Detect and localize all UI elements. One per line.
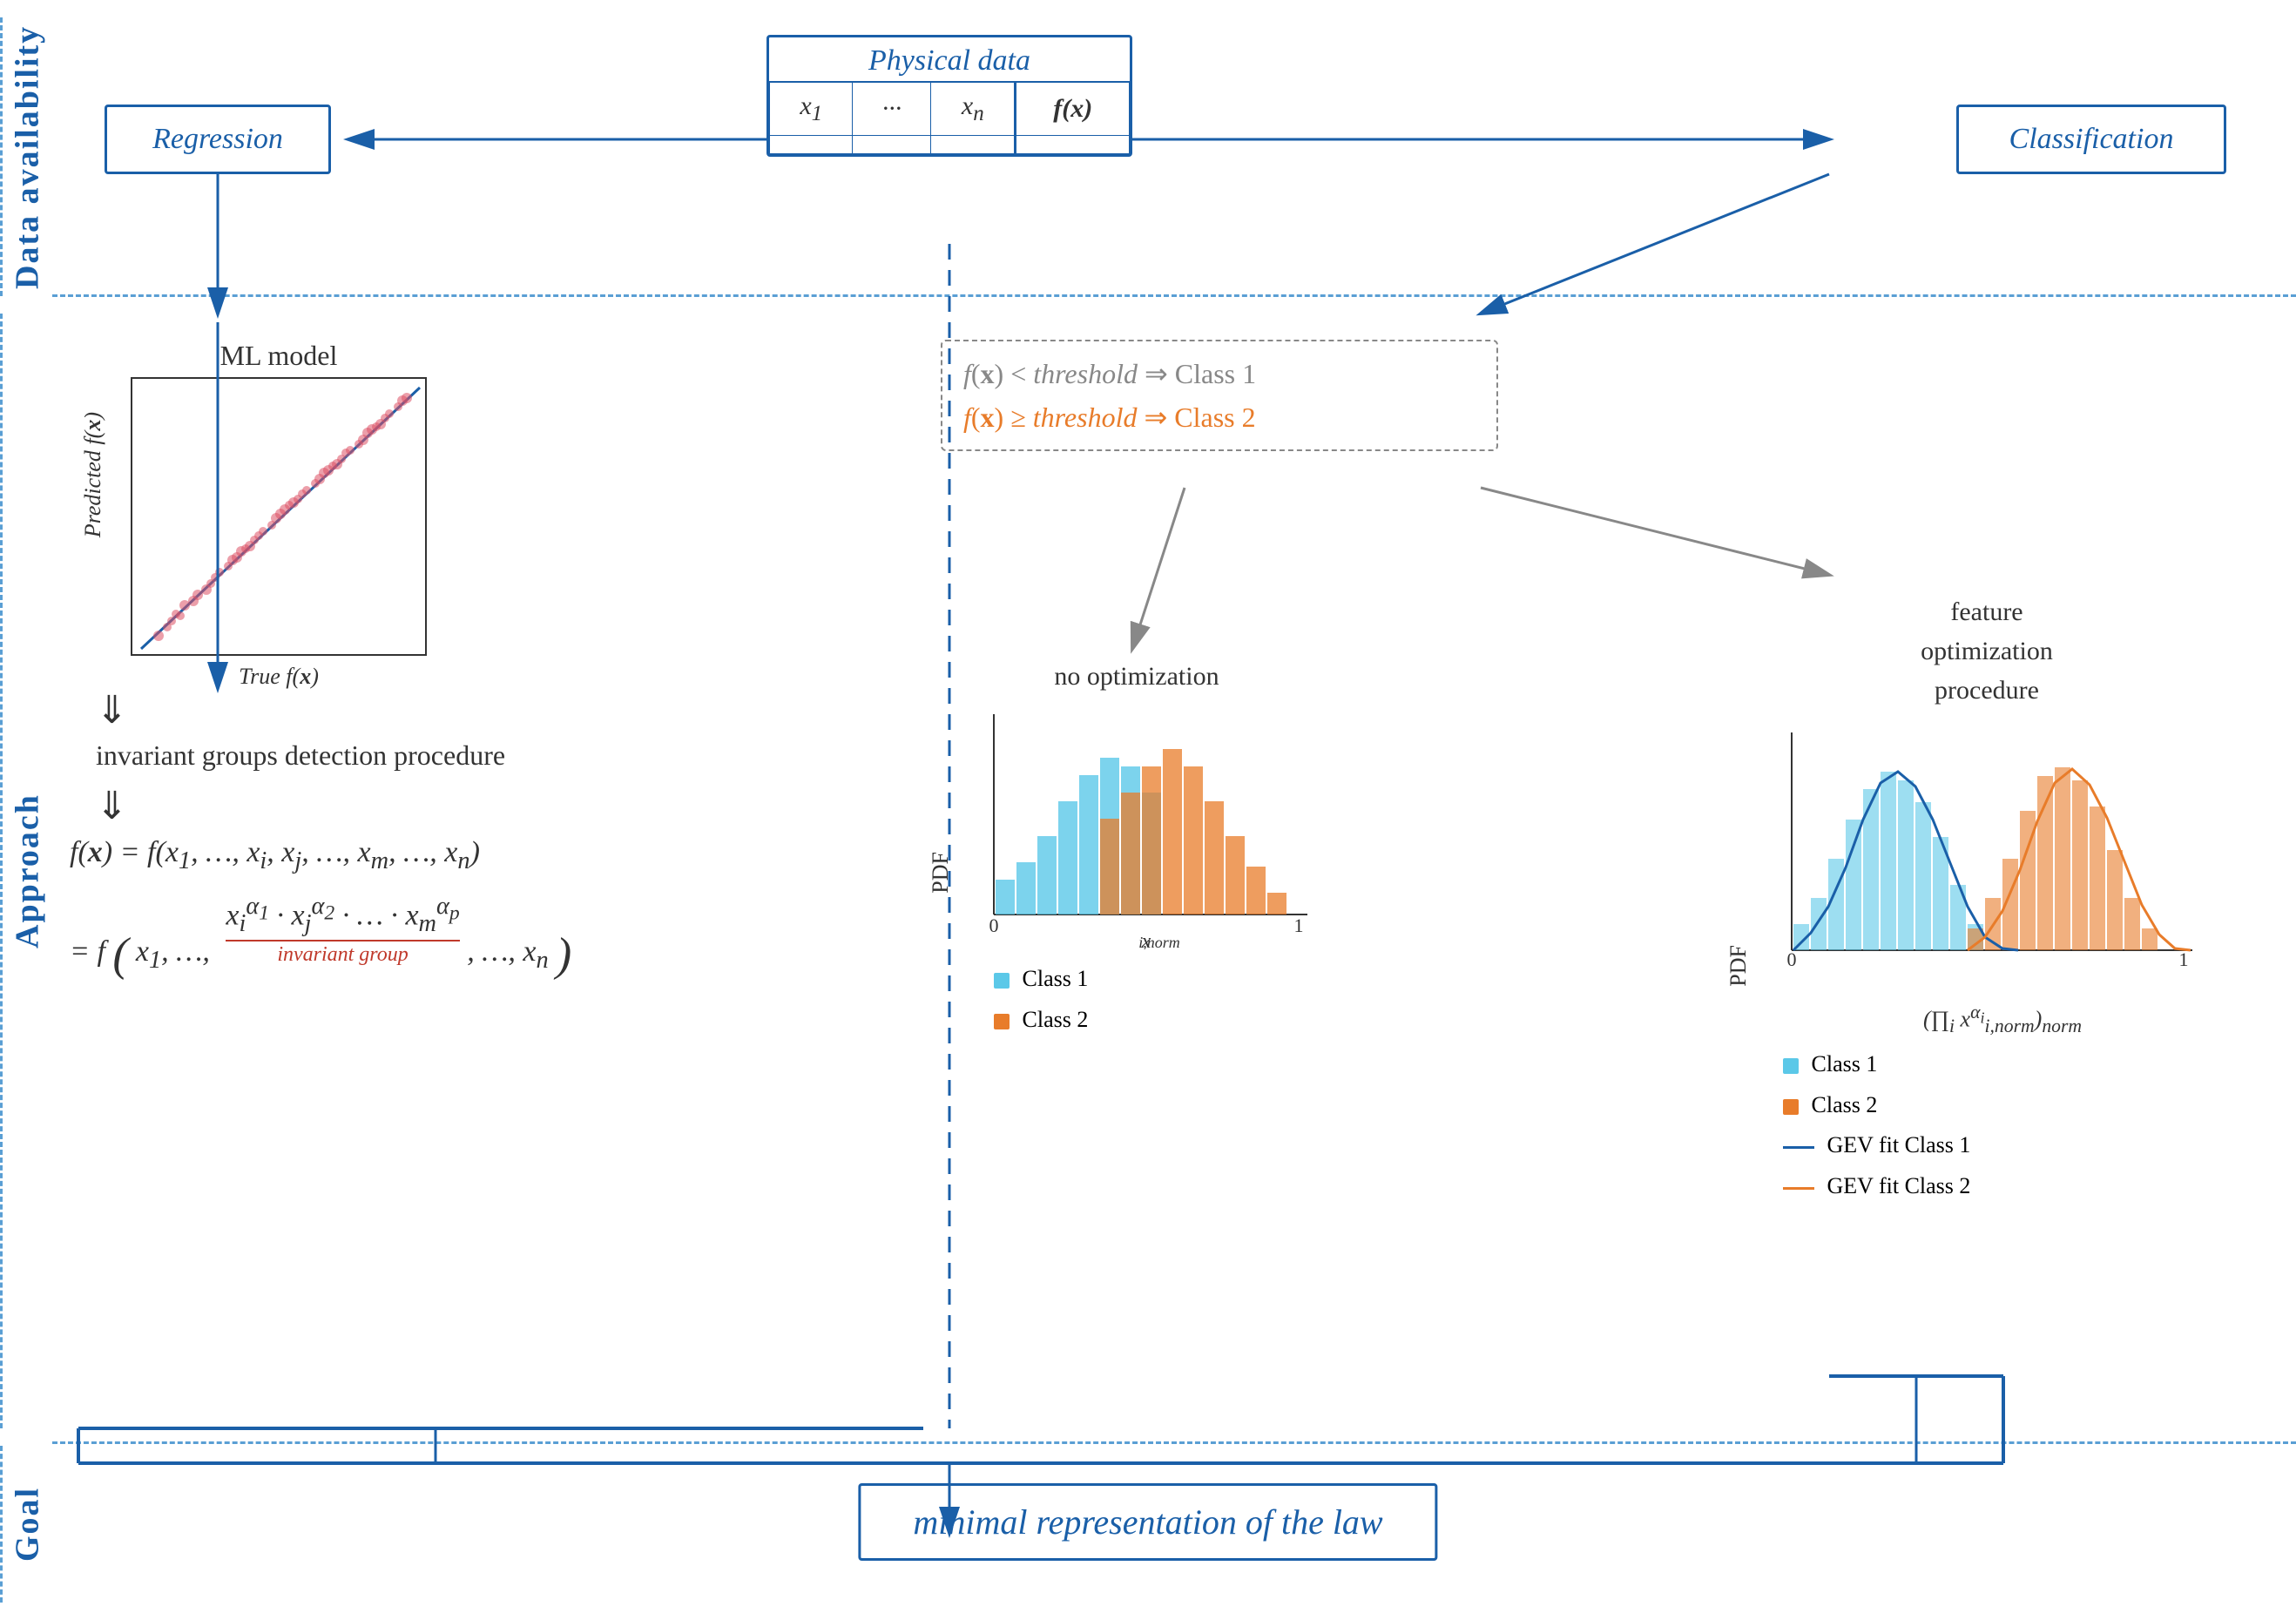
- svg-text:0: 0: [1787, 948, 1797, 970]
- feat-opt-legend-gev2: GEV fit Class 2: [1783, 1166, 2248, 1207]
- feat-opt-title: featureoptimizationprocedure: [1725, 592, 2248, 710]
- table-cell-r1c4: [1016, 136, 1130, 154]
- physical-data-title: Physical data: [769, 37, 1130, 81]
- table-cell-x1: x1: [770, 82, 853, 136]
- approach-steps: ⇓ invariant groups detection procedure ⇓: [78, 688, 505, 828]
- divider-2: [52, 1441, 2296, 1444]
- feat-opt-legend-class2: Class 2: [1783, 1085, 2248, 1126]
- divider-1: [52, 294, 2296, 297]
- step1-text: invariant groups detection procedure: [96, 739, 505, 772]
- goal-box: minimal representation of the law: [858, 1483, 1437, 1561]
- no-opt-legend-class1: Class 1: [994, 959, 1346, 1000]
- regression-label: Regression: [152, 123, 283, 156]
- table-cell-dots: ···: [853, 82, 931, 136]
- goal-text: minimal representation of the law: [913, 1502, 1382, 1542]
- scatter-x-label: True f(x): [131, 664, 427, 690]
- feat-opt-legend-class1: Class 1: [1783, 1044, 2248, 1085]
- scatter-dots: [153, 393, 412, 641]
- ml-model-label: ML model: [131, 340, 427, 372]
- feature-optimization-area: featureoptimizationprocedure PDF: [1725, 592, 2248, 1207]
- formula-area: f(x) = f(x1, …, xi, xj, …, xm, …, xn) = …: [70, 836, 923, 981]
- svg-text:1: 1: [1294, 914, 1304, 936]
- svg-text:0: 0: [989, 914, 999, 936]
- regression-box: Regression: [105, 105, 331, 174]
- threshold-line1: f(x) < threshold ⇒ Class 1: [963, 357, 1476, 390]
- feat-opt-svg: 0 1: [1757, 724, 2210, 994]
- table-cell-r1c2: [853, 136, 931, 154]
- no-opt-legend: Class 1 Class 2: [994, 959, 1346, 1041]
- no-opt-title: no optimization: [928, 662, 1346, 692]
- double-arrow-1: ⇓: [78, 688, 505, 732]
- feat-opt-legend-gev1: GEV fit Class 1: [1783, 1125, 2248, 1166]
- scatter-plot-svg: [131, 377, 427, 656]
- svg-text:i,norm: i,norm: [1138, 934, 1180, 949]
- threshold-line2: f(x) ≥ threshold ⇒ Class 2: [963, 401, 1476, 434]
- feat-opt-x-label: (∏i xαii,norm)norm: [1757, 1002, 2248, 1037]
- physical-data-table: x1 ··· xn f(x): [769, 81, 1130, 154]
- feat-opt-legend: Class 1 Class 2 GEV fit Class 1 GEV fit …: [1783, 1044, 2248, 1207]
- ml-model-area: ML model Predicted f(x): [78, 340, 427, 690]
- feat-opt-chart-wrapper: PDF: [1725, 724, 2248, 1207]
- table-cell-xn: xn: [931, 82, 1016, 136]
- no-optimization-area: no optimization PDF: [928, 662, 1346, 1041]
- feat-opt-y-label: PDF: [1725, 945, 1752, 987]
- no-opt-legend-class2: Class 2: [994, 1000, 1346, 1041]
- section-approach: Approach: [0, 314, 52, 1428]
- formula1: f(x) = f(x1, …, xi, xj, …, xm, …, xn): [70, 836, 923, 875]
- table-cell-r1c1: [770, 136, 853, 154]
- classification-label: Classification: [2009, 123, 2174, 156]
- no-opt-svg: 0 1 x i,norm: [959, 705, 1325, 949]
- double-arrow-2: ⇓: [78, 784, 505, 828]
- main-container: Data availability Approach Goal Physical…: [0, 0, 2296, 1613]
- no-opt-y-label: PDF: [928, 852, 954, 894]
- section-goal: Goal: [0, 1446, 52, 1603]
- classification-box: Classification: [1956, 105, 2226, 174]
- no-opt-chart: 0 1 x i,norm Class 1 Class 2: [959, 705, 1346, 1041]
- feat-opt-chart: 0 1 (∏i xαii,norm)norm Class 1 Class 2: [1757, 724, 2248, 1207]
- physical-data-box: Physical data x1 ··· xn f(x): [766, 35, 1132, 157]
- scatter-plot-wrapper: Predicted f(x): [131, 377, 427, 690]
- scatter-y-label: Predicted f(x): [80, 412, 106, 537]
- table-cell-r1c3: [931, 136, 1016, 154]
- section-data-availability: Data availability: [0, 17, 52, 296]
- threshold-box: f(x) < threshold ⇒ Class 1 f(x) ≥ thresh…: [941, 340, 1498, 451]
- svg-text:1: 1: [2179, 948, 2189, 970]
- formula2: = f ( x1, …, xiα1 · xjα2 · … · xmαp inva…: [70, 893, 923, 981]
- table-cell-fx: f(x): [1016, 82, 1130, 136]
- no-opt-chart-wrapper: PDF: [928, 705, 1346, 1041]
